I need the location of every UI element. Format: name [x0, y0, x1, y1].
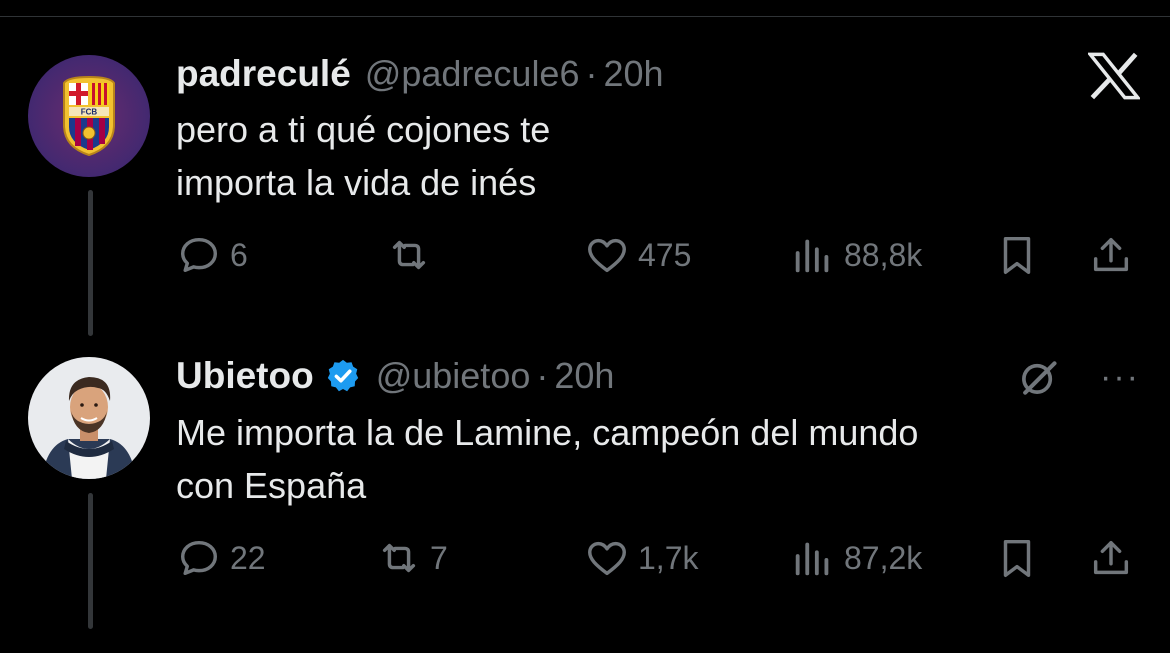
views-button[interactable]: 88,8k	[790, 232, 922, 278]
retweet-button[interactable]: 7	[376, 535, 448, 581]
handle[interactable]: @padrecule6	[365, 53, 580, 95]
like-button[interactable]: 475	[584, 232, 691, 278]
like-button[interactable]: 1,7k	[584, 535, 698, 581]
tweet-text-line: Me importa la de Lamine, campeón del mun…	[176, 412, 919, 453]
separator-dot: ·	[536, 355, 549, 396]
views-button[interactable]: 87,2k	[790, 535, 922, 581]
tweet-1[interactable]: FCB padreculé @padrecule6 · 20h pero a t…	[0, 0, 1170, 336]
views-icon	[795, 542, 829, 576]
thread-line	[88, 493, 93, 629]
grok-icon[interactable]	[1016, 356, 1060, 400]
separator-dot: ·	[585, 53, 598, 94]
display-name[interactable]: padreculé	[176, 53, 351, 95]
reply-count: 22	[230, 539, 266, 576]
share-icon	[1093, 237, 1129, 272]
verified-badge-icon[interactable]	[324, 357, 362, 395]
retweet-button[interactable]	[386, 232, 440, 278]
x-logo-icon[interactable]	[1088, 52, 1140, 100]
display-name[interactable]: Ubietoo	[176, 355, 314, 397]
like-count: 1,7k	[638, 539, 699, 576]
retweet-count: 7	[430, 539, 448, 576]
views-icon	[795, 239, 829, 273]
share-button[interactable]	[1088, 535, 1134, 581]
avatar[interactable]: FCB	[28, 55, 150, 177]
handle[interactable]: @ubietoo	[376, 355, 531, 397]
reply-icon	[180, 540, 218, 576]
profile-photo-icon	[28, 357, 150, 479]
share-icon	[1093, 540, 1129, 575]
bookmark-icon	[1003, 539, 1031, 577]
tweet-2[interactable]: Ubietoo @ubietoo · 20h ··· Me importa la…	[0, 330, 1170, 653]
tweet-text: pero a ti qué cojones te importa la vida…	[176, 103, 1116, 209]
tweet-actions: 22 7 1,7k 87,2k	[176, 535, 1146, 581]
tweet-header: padreculé @padrecule6 · 20h	[176, 53, 664, 95]
tweet-header: Ubietoo @ubietoo · 20h	[176, 355, 614, 397]
thread-line	[88, 190, 93, 336]
share-button[interactable]	[1088, 232, 1134, 278]
reply-button[interactable]: 22	[176, 535, 266, 581]
reply-icon	[180, 237, 218, 273]
tweet-text-line: con España	[176, 465, 367, 506]
fc-barcelona-crest-icon: FCB	[28, 55, 150, 177]
more-options-icon[interactable]: ···	[1100, 358, 1140, 397]
tweet-text-line: pero a ti qué cojones te	[176, 109, 551, 150]
tweet-text: Me importa la de Lamine, campeón del mun…	[176, 406, 1116, 512]
views-count: 87,2k	[844, 539, 923, 576]
avatar[interactable]	[28, 357, 150, 479]
bookmark-button[interactable]	[994, 535, 1040, 581]
retweet-icon	[392, 240, 426, 270]
timestamp[interactable]: 20h	[603, 53, 663, 95]
tweet-actions: 6 475 88,8k	[176, 232, 1146, 278]
bookmark-button[interactable]	[994, 232, 1040, 278]
heart-icon	[588, 541, 626, 576]
reply-count: 6	[230, 236, 248, 273]
like-count: 475	[638, 236, 692, 273]
views-count: 88,8k	[844, 236, 923, 273]
bookmark-icon	[1003, 236, 1031, 274]
tweet-text-line: importa la vida de inés	[176, 162, 537, 203]
svg-text:FCB: FCB	[81, 108, 98, 117]
heart-icon	[588, 238, 626, 273]
timestamp[interactable]: 20h	[554, 355, 614, 397]
reply-button[interactable]: 6	[176, 232, 248, 278]
retweet-icon	[382, 543, 416, 573]
